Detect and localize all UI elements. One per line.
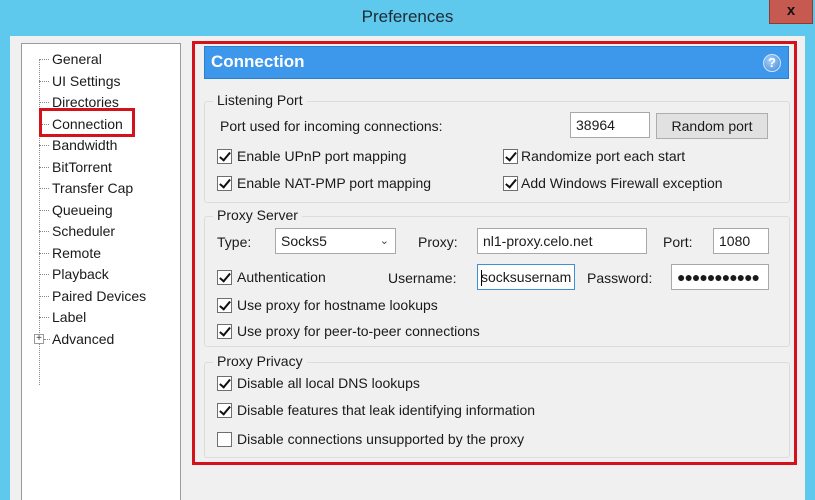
panel-title: Connection [211,52,305,71]
proxy-host-input[interactable]: nl1-proxy.celo.net [477,228,647,254]
chevron-down-icon: ⌄ [379,235,389,247]
tree-connector [39,274,49,275]
listening-port-group-label: Listening Port [213,92,307,108]
tree-connector [39,296,49,297]
tree-connector [39,231,49,232]
tree-connector [39,317,49,318]
username-label: Username: [388,270,457,286]
hostname-lookups-label: Use proxy for hostname lookups [237,297,438,313]
incoming-port-input[interactable]: 38964 [570,112,650,138]
p2p-proxy-label: Use proxy for peer-to-peer connections [237,323,480,339]
randomize-port-checkbox[interactable] [503,149,518,164]
sidebar-item-queueing[interactable]: Queueing [52,200,113,220]
expand-icon[interactable]: + [34,334,44,344]
tree-connector [39,102,49,103]
proxy-privacy-group-label: Proxy Privacy [213,353,307,369]
sidebar-item-paired-devices[interactable]: Paired Devices [52,286,146,306]
p2p-proxy-checkbox[interactable] [217,324,232,339]
tree-connector [39,210,49,211]
sidebar-item-scheduler[interactable]: Scheduler [52,221,115,241]
window-title: Preferences [361,7,454,26]
tree-connector [39,253,49,254]
sidebar-item-general[interactable]: General [52,49,102,69]
firewall-exception-label: Add Windows Firewall exception [521,175,723,191]
password-input[interactable]: ●●●●●●●●●●● [671,264,769,290]
proxy-host-label: Proxy: [418,234,458,250]
disable-dns-checkbox[interactable] [217,376,232,391]
tree-connector [39,145,49,146]
nat-pmp-checkbox[interactable] [217,176,232,191]
nat-pmp-label: Enable NAT-PMP port mapping [237,175,432,191]
upnp-label: Enable UPnP port mapping [237,148,407,164]
sidebar-item-ui-settings[interactable]: UI Settings [52,71,120,91]
disable-leak-features-label: Disable features that leak identifying i… [237,402,536,418]
hostname-lookups-checkbox[interactable] [217,298,232,313]
password-label: Password: [587,270,653,286]
upnp-checkbox[interactable] [217,149,232,164]
sidebar-item-bandwidth[interactable]: Bandwidth [52,135,117,155]
tree-connector [44,339,50,340]
tree-connector [39,167,49,168]
authentication-checkbox[interactable] [217,270,232,285]
proxy-server-group-label: Proxy Server [213,207,302,223]
disable-leak-features-checkbox[interactable] [217,403,232,418]
randomize-port-label: Randomize port each start [521,148,686,164]
proxy-port-label: Port: [663,234,693,250]
sidebar-item-bittorrent[interactable]: BitTorrent [52,157,112,177]
proxy-type-value: Socks5 [281,233,327,249]
sidebar-item-playback[interactable]: Playback [52,264,109,284]
username-value: socksusernam [481,269,572,285]
disable-dns-label: Disable all local DNS lookups [237,375,420,391]
proxy-type-select[interactable]: Socks5 ⌄ [275,228,396,254]
tree-connector [39,59,49,60]
incoming-port-label: Port used for incoming connections: [220,118,443,134]
proxy-type-label: Type: [217,234,252,250]
tree-connector [39,81,49,82]
help-icon[interactable]: ? [763,54,781,72]
connection-highlight-box [39,108,135,137]
sidebar-item-remote[interactable]: Remote [52,243,101,263]
sidebar-item-label[interactable]: Label [52,307,86,327]
random-port-button[interactable]: Random port [656,113,768,139]
authentication-label: Authentication [237,269,326,285]
sidebar-item-transfer-cap[interactable]: Transfer Cap [52,178,133,198]
title-bar: Preferences x [0,0,815,36]
sidebar-item-advanced[interactable]: Advanced [52,329,114,349]
panel-header: Connection ? [204,46,789,79]
close-button[interactable]: x [769,0,813,24]
disable-unsupported-checkbox[interactable] [217,432,232,447]
disable-unsupported-label: Disable connections unsupported by the p… [237,431,525,447]
username-input[interactable]: socksusernam [477,264,575,290]
proxy-port-input[interactable]: 1080 [713,228,769,254]
tree-connector [39,188,49,189]
firewall-exception-checkbox[interactable] [503,176,518,191]
